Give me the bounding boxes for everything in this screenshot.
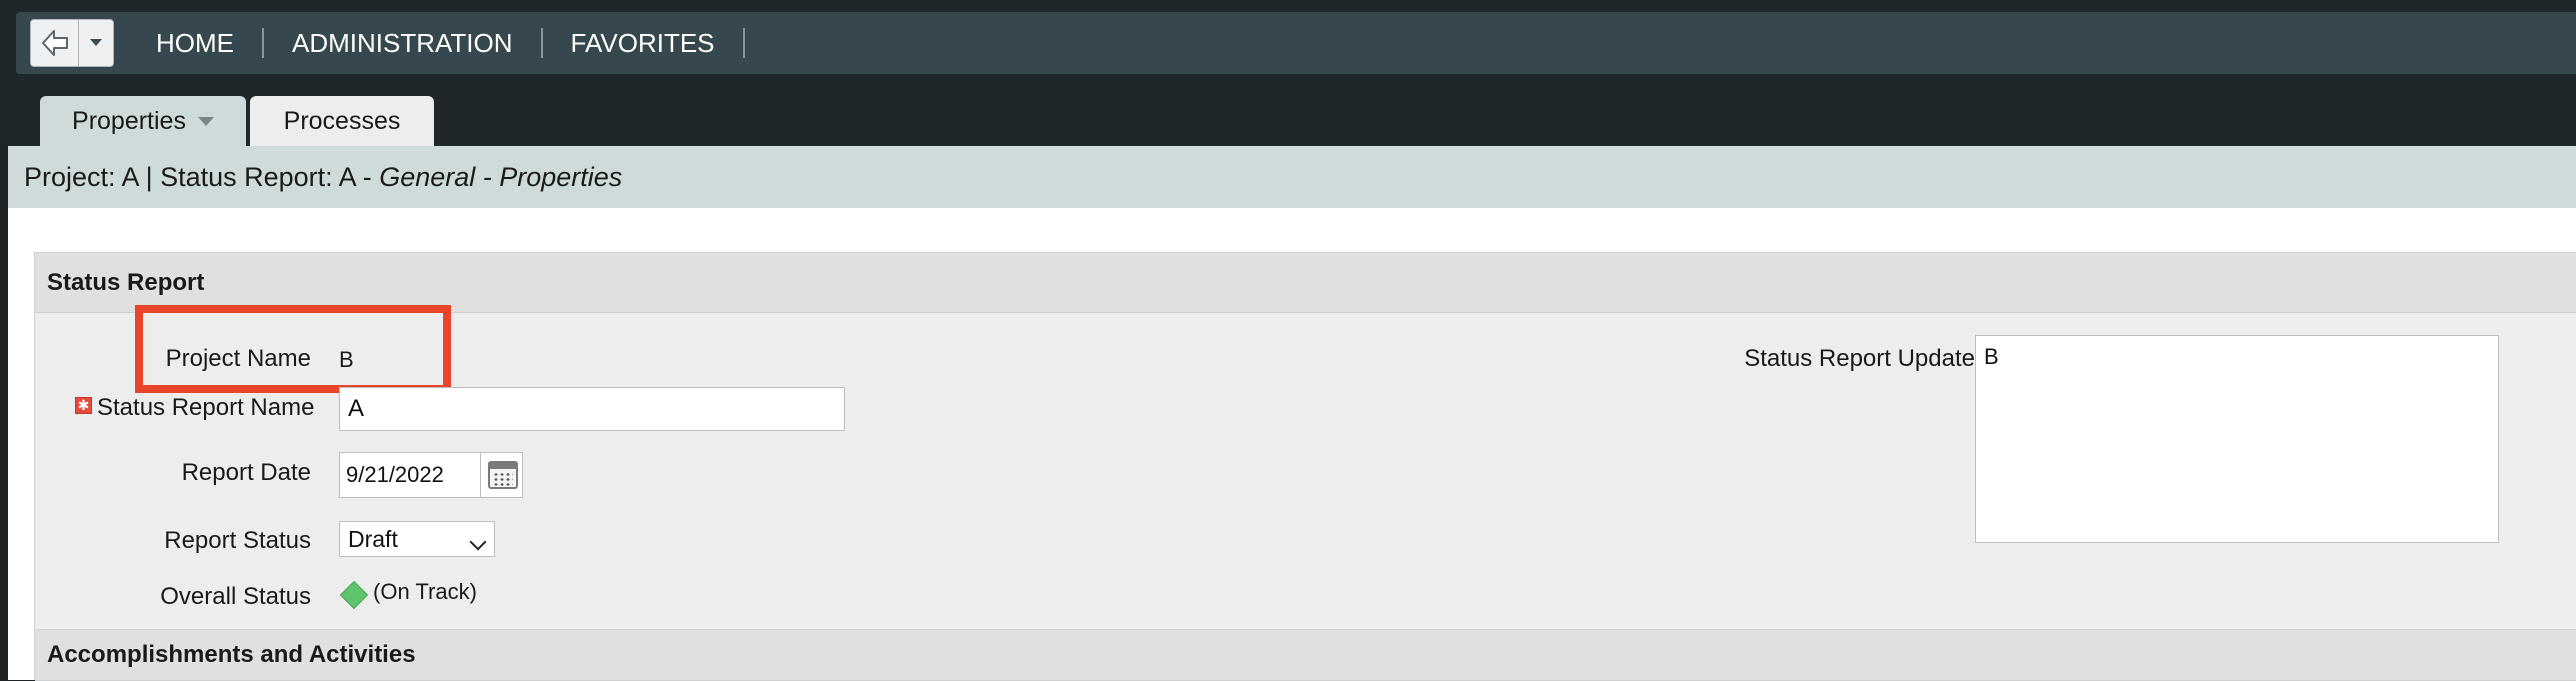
project-name-value: B (339, 347, 354, 372)
tab-strip: Properties Processes (0, 84, 2576, 146)
required-icon: ✱ (75, 397, 92, 414)
chevron-down-icon (469, 533, 487, 551)
page-title: Project: A | Status Report: A - General … (8, 146, 2576, 208)
caret-down-icon (197, 116, 214, 126)
history-dropdown-button[interactable] (79, 20, 113, 66)
report-status-select[interactable]: Draft (339, 521, 495, 557)
back-arrow-icon (41, 30, 68, 56)
overall-status-label: Overall Status (160, 583, 311, 610)
status-report-name-label: Status Report Name (97, 394, 315, 421)
report-status-value: Draft (348, 525, 398, 552)
calendar-icon (488, 461, 518, 489)
status-report-panel: Status Report Project Name B ✱ Status Re… (34, 252, 2576, 681)
report-date-value: 9/21/2022 (346, 462, 444, 487)
status-report-update-textarea[interactable]: B (1975, 335, 2499, 543)
status-report-update-value: B (1984, 344, 1999, 369)
report-date-label: Report Date (181, 459, 311, 486)
status-report-name-value: A (348, 395, 365, 422)
section-header-status-report: Status Report (35, 253, 2576, 313)
back-button-group (30, 19, 114, 67)
report-date-input[interactable]: 9/21/2022 (339, 452, 481, 498)
page-title-italic: General - Properties (379, 161, 623, 192)
back-button[interactable] (31, 20, 79, 66)
overall-status-value: (On Track) (373, 579, 477, 604)
chevron-down-icon (90, 39, 102, 46)
tab-processes[interactable]: Processes (250, 96, 434, 146)
nav-favorites[interactable]: FAVORITES (543, 28, 743, 59)
content-area: Status Report Project Name B ✱ Status Re… (8, 208, 2576, 681)
status-report-name-input[interactable]: A (339, 387, 845, 431)
page-title-prefix: Project: A | Status Report: A - (24, 161, 380, 192)
report-status-label: Report Status (164, 527, 311, 554)
tab-properties-label: Properties (72, 106, 186, 135)
nav-divider (742, 28, 745, 58)
nav-home[interactable]: HOME (140, 28, 262, 59)
section-header-accomplishments: Accomplishments and Activities (35, 629, 2576, 681)
main-navbar: HOME ADMINISTRATION FAVORITES (16, 12, 2576, 74)
on-track-diamond-icon (339, 580, 369, 610)
nav-menu: HOME ADMINISTRATION FAVORITES (140, 12, 745, 74)
nav-administration[interactable]: ADMINISTRATION (264, 28, 541, 59)
tab-properties[interactable]: Properties (40, 96, 246, 146)
tab-processes-label: Processes (283, 106, 401, 135)
status-report-update-label: Status Report Update (1744, 345, 1975, 372)
project-name-label: Project Name (165, 345, 311, 372)
top-header: HOME ADMINISTRATION FAVORITES (0, 0, 2576, 84)
calendar-button[interactable] (481, 452, 523, 498)
